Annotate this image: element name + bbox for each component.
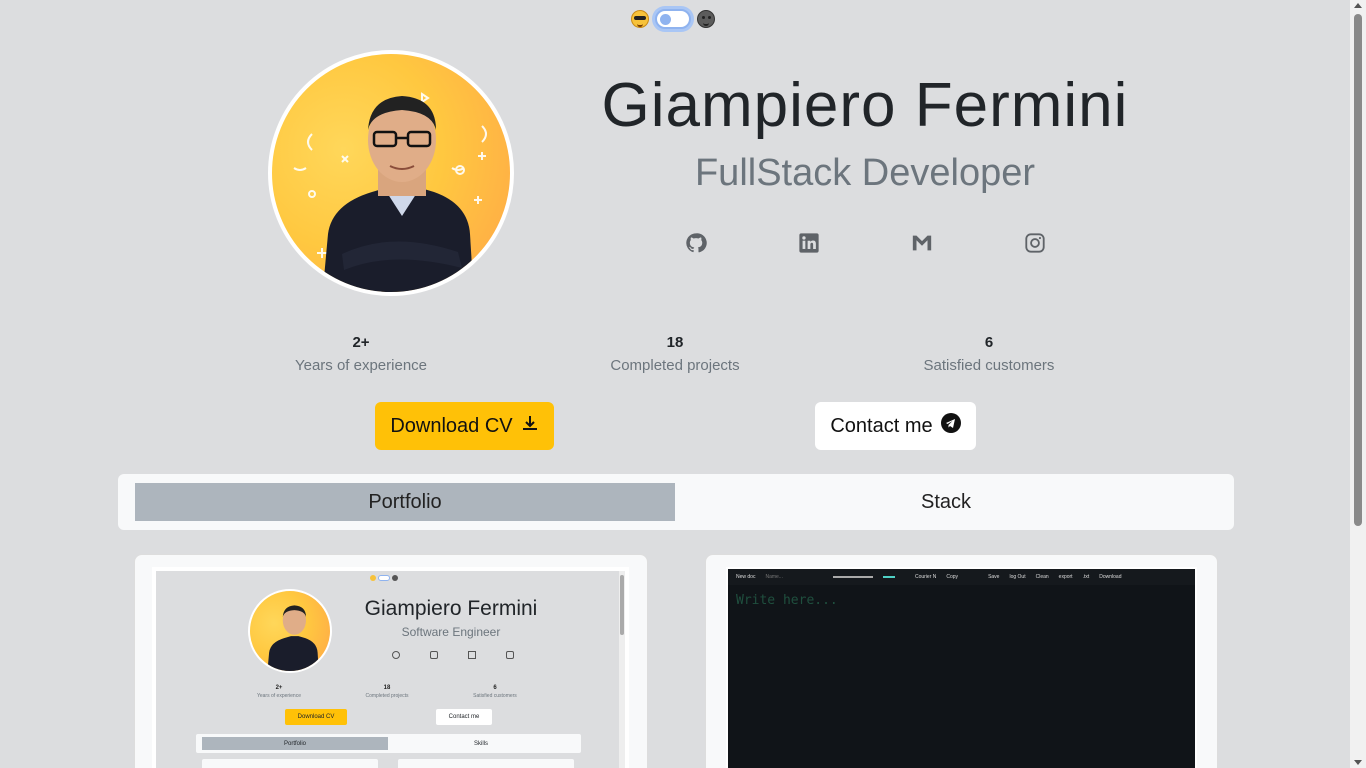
stat-value: 6: [984, 334, 994, 351]
preview-stat: 18 Completed projects: [337, 685, 437, 699]
preview-stat-value: 2+: [275, 685, 283, 691]
switch-knob: [660, 14, 671, 25]
profile-role: FullStack Developer: [694, 152, 1036, 194]
preview-gmail-icon: [468, 651, 476, 659]
linkedin-icon[interactable]: [796, 230, 822, 256]
portfolio-card-1[interactable]: Giampiero Fermini Software Engineer 2+ Ye…: [134, 554, 648, 768]
preview-contact-button: Contact me: [436, 709, 492, 725]
preview-tabs: Portfolio Skills: [196, 734, 581, 753]
preview-stat-value: 6: [493, 685, 497, 691]
editor-toolbar-item: New doc: [736, 574, 756, 580]
contact-me-label: Contact me: [830, 414, 933, 437]
preview-download-cv-button: Download CV: [285, 709, 347, 725]
download-cv-label: Download CV: [390, 414, 513, 437]
profile-name: Giampiero Fermini: [601, 71, 1129, 140]
preview-stat-value: 18: [383, 685, 391, 691]
preview-stat-label: Years of experience: [256, 693, 301, 699]
editor-toolbar-item: Clean: [1035, 574, 1049, 580]
sunglasses-emoji-icon: [631, 10, 649, 28]
theme-switch[interactable]: [655, 9, 691, 29]
preview-role: Software Engineer: [401, 625, 501, 639]
portfolio-preview-screenshot: Giampiero Fermini Software Engineer 2+ Ye…: [152, 567, 629, 768]
tab-portfolio[interactable]: Portfolio: [135, 483, 675, 521]
instagram-icon[interactable]: [1022, 230, 1048, 256]
scrollbar-thumb[interactable]: [1354, 14, 1362, 526]
preview-stat: 6 Satisfied customers: [445, 685, 545, 699]
section-tabs: Portfolio Stack: [118, 474, 1234, 530]
preview-instagram-icon: [506, 651, 514, 659]
github-icon[interactable]: [683, 230, 709, 256]
profile-avatar: [268, 50, 514, 296]
preview-linkedin-icon: [430, 651, 438, 659]
stat-label: Satisfied customers: [923, 357, 1055, 374]
stat-experience: 2+ Years of experience: [241, 334, 481, 374]
stat-projects: 18 Completed projects: [555, 334, 795, 374]
scroll-down-arrow-icon[interactable]: [1354, 760, 1362, 765]
preview-tab-skills: Skills: [473, 740, 488, 747]
stat-label: Years of experience: [294, 357, 428, 374]
preview-avatar: [248, 589, 332, 673]
editor-toolbar: New doc Name... Courier N Copy Save log …: [728, 569, 1195, 585]
theme-toggle: [631, 9, 715, 29]
download-cv-button[interactable]: Download CV: [375, 402, 554, 450]
editor-toolbar-item: Name...: [765, 574, 783, 580]
editor-placeholder: Write here...: [736, 593, 838, 608]
dark-face-emoji-icon: [697, 10, 715, 28]
editor-toolbar-item: Download: [1099, 574, 1122, 580]
editor-toolbar-item: Courier N: [914, 574, 937, 580]
text-editor-screenshot: New doc Name... Courier N Copy Save log …: [726, 567, 1197, 768]
page-scrollbar[interactable]: [1350, 0, 1366, 768]
stat-value: 2+: [352, 334, 370, 351]
telegram-icon: [940, 413, 961, 439]
editor-toolbar-item: log Out: [1009, 574, 1026, 580]
preview-switch: [378, 575, 390, 581]
font-size-slider: [832, 576, 873, 578]
preview-name: Giampiero Fermini: [364, 597, 538, 620]
preview-stat-label: Completed projects: [365, 693, 409, 699]
preview-stat: 2+ Years of experience: [229, 685, 329, 699]
preview-tab-portfolio: Portfolio: [202, 737, 388, 750]
editor-toolbar-item: .txt: [1082, 574, 1090, 580]
preview-theme-toggle: [370, 575, 398, 581]
preview-card: [202, 759, 378, 768]
tab-stack[interactable]: Stack: [675, 483, 1217, 521]
stat-label: Completed projects: [610, 357, 740, 374]
editor-toolbar-item: Save: [988, 574, 1000, 580]
stat-value: 18: [666, 334, 684, 351]
editor-toolbar-item: Copy: [946, 574, 959, 580]
preview-sunglasses-icon: [370, 575, 376, 581]
color-swatch: [882, 576, 895, 578]
gmail-icon[interactable]: [909, 230, 935, 256]
portfolio-card-2[interactable]: New doc Name... Courier N Copy Save log …: [705, 554, 1218, 768]
scroll-up-arrow-icon[interactable]: [1354, 3, 1362, 8]
preview-dark-face-icon: [392, 575, 398, 581]
preview-stat-label: Satisfied customers: [473, 693, 517, 699]
download-icon: [521, 414, 539, 438]
editor-toolbar-item: export: [1058, 574, 1073, 580]
preview-github-icon: [392, 651, 400, 659]
preview-card: [398, 759, 574, 768]
contact-me-button[interactable]: Contact me: [815, 402, 976, 450]
stat-customers: 6 Satisfied customers: [869, 334, 1109, 374]
preview-scrollbar: [619, 571, 625, 768]
